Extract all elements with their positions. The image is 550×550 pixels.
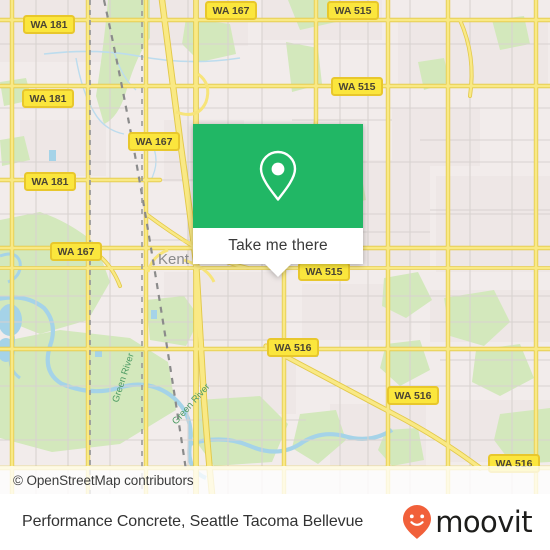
road-shield: WA 181 <box>23 15 75 34</box>
take-me-there-label: Take me there <box>228 237 328 254</box>
map-attribution: © OpenStreetMap contributors <box>0 466 550 494</box>
road-shield-label: WA 181 <box>32 176 69 188</box>
road-shield-label: WA 515 <box>335 5 372 17</box>
road-shield-label: WA 181 <box>30 93 67 105</box>
attribution-text: © OpenStreetMap contributors <box>13 472 194 488</box>
road-shield-label: WA 167 <box>58 246 95 258</box>
road-shield: WA 516 <box>387 386 439 405</box>
road-shield: WA 167 <box>205 1 257 20</box>
road-shield-label: WA 516 <box>275 342 312 354</box>
moovit-brand[interactable]: moovit <box>402 504 533 540</box>
moovit-pin-smiley-icon <box>403 505 432 539</box>
road-shield: WA 515 <box>327 1 379 20</box>
road-shield-label: WA 516 <box>395 390 432 402</box>
popup-header <box>193 124 363 228</box>
road-shield-label: WA 515 <box>306 266 343 278</box>
city-label: Kent <box>158 251 190 268</box>
page-footer: Performance Concrete, Seattle Tacoma Bel… <box>0 494 550 550</box>
popup-pointer-tail <box>265 264 291 277</box>
road-shield-label: WA 167 <box>136 136 173 148</box>
map-pin-icon <box>259 150 297 201</box>
city-label-text: Kent <box>158 251 190 268</box>
road-shield-label: WA 181 <box>31 19 68 31</box>
road-shield: WA 516 <box>267 338 319 357</box>
road-shield: WA 515 <box>331 77 383 96</box>
road-shield: WA 181 <box>24 172 76 191</box>
map-screenshot: Kent Green River Green River WA 167 WA 515 WA… <box>0 0 550 550</box>
moovit-wordmark: moovit <box>435 504 532 539</box>
destination-popup-card[interactable]: Take me there <box>193 124 363 277</box>
popup-action-bar[interactable]: Take me there <box>193 228 363 277</box>
road-shield: WA 167 <box>128 132 180 151</box>
road-shield-label: WA 515 <box>339 81 376 93</box>
road-shield: WA 515 <box>298 262 350 281</box>
road-shield: WA 167 <box>50 242 102 261</box>
road-shield: WA 181 <box>22 89 74 108</box>
place-title: Performance Concrete, Seattle Tacoma Bel… <box>22 513 364 530</box>
road-shield-label: WA 167 <box>213 5 250 17</box>
